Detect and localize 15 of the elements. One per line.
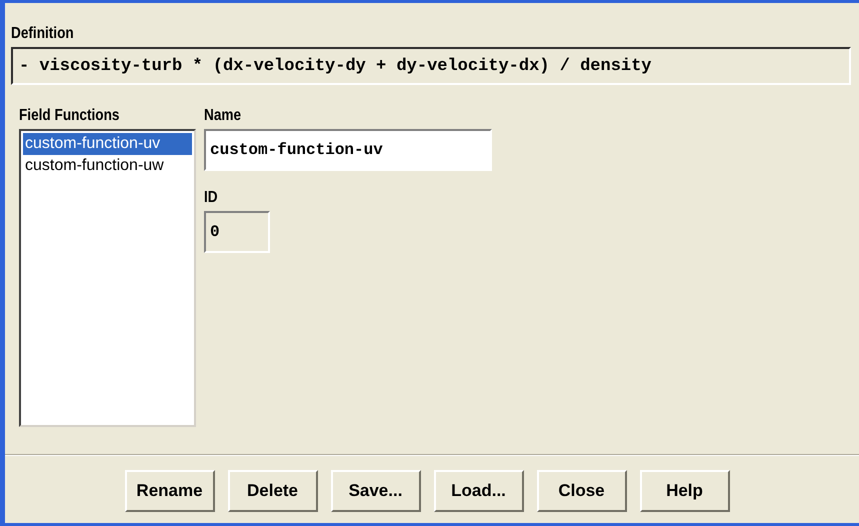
- definition-field[interactable]: - viscosity-turb * (dx-velocity-dy + dy-velocity-dx) / density: [11, 47, 851, 85]
- dialog-button[interactable]: Load...: [434, 470, 524, 512]
- dialog-button[interactable]: Help: [640, 470, 730, 512]
- id-field: 0: [204, 211, 270, 253]
- definition-label: Definition: [11, 25, 75, 43]
- id-label: ID: [204, 189, 219, 207]
- dialog-button[interactable]: Close: [536, 470, 626, 512]
- name-field[interactable]: custom-function-uv: [204, 129, 492, 171]
- list-item[interactable]: custom-function-uw: [23, 155, 192, 177]
- field-functions-label: Field Functions: [19, 107, 120, 125]
- list-item[interactable]: custom-function-uv: [23, 133, 192, 155]
- dialog-button[interactable]: Rename: [124, 470, 214, 512]
- dialog-button[interactable]: Save...: [330, 470, 420, 512]
- dialog-button[interactable]: Delete: [228, 470, 318, 512]
- name-label: Name: [204, 107, 242, 125]
